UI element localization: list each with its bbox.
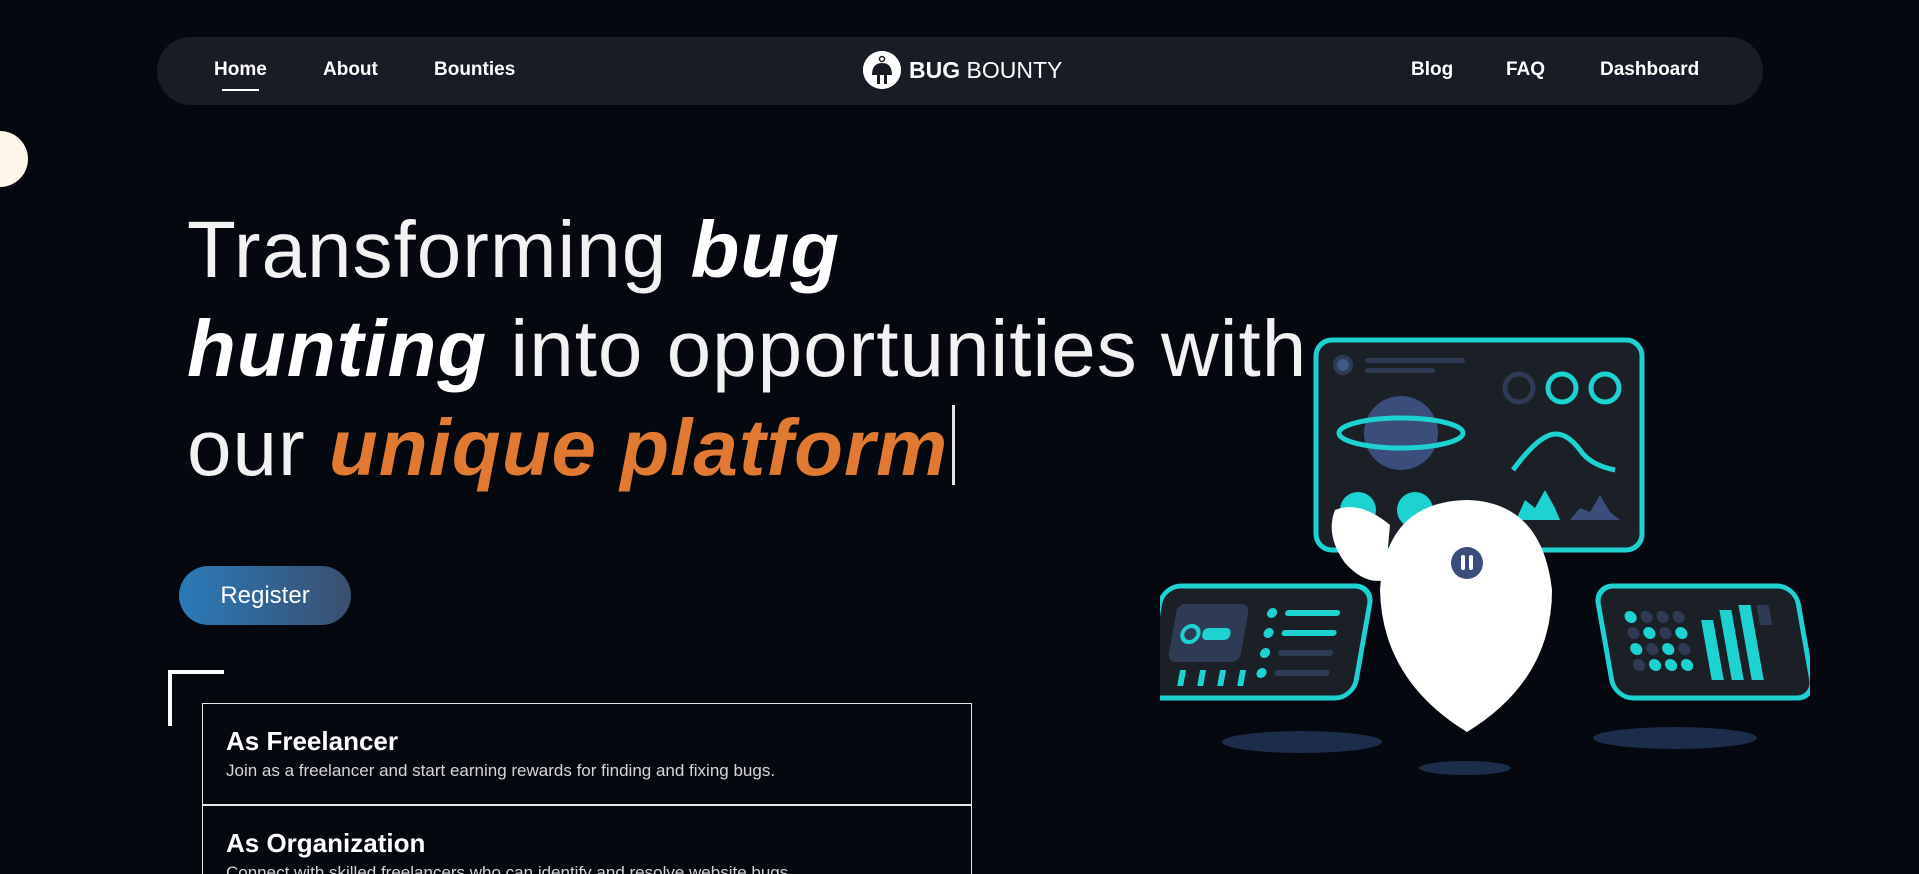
left-panel-icon (1160, 583, 1373, 701)
bug-logo-icon (863, 51, 901, 89)
hero-line-2: hunting into opportunities with (187, 304, 1308, 393)
nav-link-blog[interactable]: Blog (1411, 59, 1453, 81)
decorative-dot (0, 131, 28, 187)
card-description: Connect with skilled freelancers who can… (226, 863, 793, 874)
nav-link-bounties[interactable]: Bounties (434, 59, 515, 81)
card-title: As Organization (226, 828, 426, 858)
top-navbar: Home About Bounties BUG BOUNTY Blog FAQ … (157, 37, 1763, 105)
typing-caret (952, 405, 956, 485)
nav-link-faq[interactable]: FAQ (1506, 59, 1545, 81)
hero-heading: Transforming bug hunting into opportunit… (187, 200, 1308, 497)
nav-link-dashboard[interactable]: Dashboard (1600, 59, 1699, 81)
register-button[interactable]: Register (179, 566, 351, 625)
hero-line-3: our unique platform (187, 398, 1267, 497)
shadow (1593, 727, 1757, 749)
card-title: As Freelancer (226, 726, 398, 756)
freelancer-card[interactable]: As Freelancer Join as a freelancer and s… (202, 703, 972, 805)
hero-illustration (1160, 337, 1810, 775)
nav-link-home[interactable]: Home (214, 59, 267, 91)
card-description: Join as a freelancer and start earning r… (226, 761, 776, 780)
right-panel-icon (1595, 583, 1810, 701)
nav-link-about[interactable]: About (323, 59, 378, 81)
organization-card[interactable]: As Organization Connect with skilled fre… (202, 805, 972, 874)
brand-logo[interactable]: BUG BOUNTY (863, 51, 1062, 89)
hero-line-1: Transforming bug (187, 205, 841, 294)
shadow (1222, 731, 1382, 753)
shadow (1419, 761, 1511, 775)
brand-name: BUG BOUNTY (909, 56, 1063, 83)
